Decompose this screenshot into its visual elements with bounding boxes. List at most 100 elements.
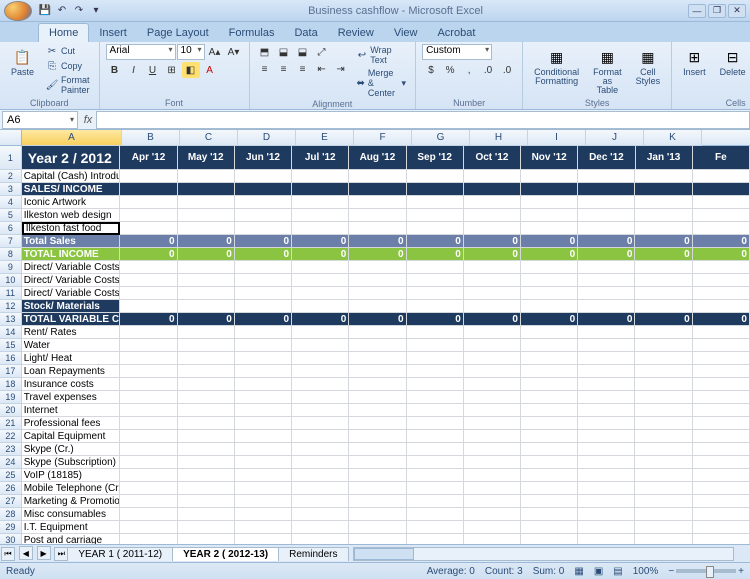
cell[interactable] bbox=[120, 326, 177, 339]
column-header[interactable]: C bbox=[180, 130, 238, 146]
fx-icon[interactable]: fx bbox=[80, 114, 96, 126]
cell[interactable]: TOTAL VARIABLE COSTS bbox=[22, 313, 121, 326]
cell[interactable] bbox=[635, 274, 692, 287]
cell[interactable]: Jun '12 bbox=[235, 146, 292, 170]
cell[interactable] bbox=[464, 326, 521, 339]
cell[interactable]: 0 bbox=[693, 313, 750, 326]
cell[interactable] bbox=[178, 287, 235, 300]
formula-input[interactable] bbox=[96, 111, 750, 129]
cell[interactable]: 0 bbox=[349, 313, 406, 326]
cell[interactable] bbox=[120, 339, 177, 352]
cell[interactable] bbox=[464, 378, 521, 391]
cell[interactable] bbox=[464, 170, 521, 183]
cell[interactable] bbox=[235, 469, 292, 482]
cell[interactable] bbox=[235, 534, 292, 544]
row-header[interactable]: 25 bbox=[0, 469, 22, 482]
row-header[interactable]: 24 bbox=[0, 456, 22, 469]
cell[interactable] bbox=[349, 456, 406, 469]
cell[interactable]: 0 bbox=[349, 235, 406, 248]
cell[interactable]: Rent/ Rates bbox=[22, 326, 121, 339]
cell[interactable]: Fe bbox=[693, 146, 750, 170]
conditional-formatting-button[interactable]: ▦Conditional Formatting bbox=[529, 44, 584, 89]
cell[interactable] bbox=[521, 495, 578, 508]
cell[interactable] bbox=[407, 508, 464, 521]
cell[interactable] bbox=[521, 508, 578, 521]
minimize-button[interactable]: — bbox=[688, 4, 706, 18]
cell[interactable]: Dec '12 bbox=[578, 146, 635, 170]
cell[interactable] bbox=[349, 209, 406, 222]
decrease-decimal-button[interactable]: .0 bbox=[498, 62, 516, 78]
insert-button[interactable]: ⊞Insert bbox=[678, 44, 711, 80]
merge-center-button[interactable]: ⬌Merge & Center▾ bbox=[354, 67, 410, 99]
cell[interactable] bbox=[693, 339, 750, 352]
cell[interactable] bbox=[120, 508, 177, 521]
cell[interactable] bbox=[578, 170, 635, 183]
cell[interactable] bbox=[521, 404, 578, 417]
increase-indent-button[interactable]: ⇥ bbox=[332, 61, 350, 77]
cell[interactable] bbox=[578, 196, 635, 209]
cell[interactable] bbox=[635, 287, 692, 300]
cell[interactable] bbox=[178, 391, 235, 404]
fill-color-button[interactable]: ◧ bbox=[182, 62, 200, 78]
cell[interactable]: 0 bbox=[521, 235, 578, 248]
cell[interactable] bbox=[292, 456, 349, 469]
cell[interactable]: Nov '12 bbox=[521, 146, 578, 170]
cell[interactable] bbox=[464, 456, 521, 469]
cell[interactable] bbox=[635, 508, 692, 521]
cell[interactable]: SALES/ INCOME bbox=[22, 183, 121, 196]
horizontal-scrollbar[interactable] bbox=[353, 547, 735, 561]
row-header[interactable]: 1 bbox=[0, 146, 22, 170]
cell[interactable] bbox=[120, 196, 177, 209]
cell[interactable] bbox=[407, 482, 464, 495]
cell[interactable] bbox=[578, 430, 635, 443]
cell[interactable] bbox=[464, 495, 521, 508]
column-header[interactable]: G bbox=[412, 130, 470, 146]
office-button[interactable] bbox=[4, 1, 32, 21]
cell[interactable] bbox=[235, 365, 292, 378]
cell[interactable]: 0 bbox=[693, 248, 750, 261]
cell[interactable] bbox=[521, 534, 578, 544]
cell[interactable] bbox=[292, 196, 349, 209]
cell[interactable] bbox=[120, 391, 177, 404]
cell[interactable] bbox=[235, 170, 292, 183]
cell[interactable] bbox=[235, 209, 292, 222]
cell[interactable]: 0 bbox=[521, 313, 578, 326]
cell[interactable] bbox=[178, 378, 235, 391]
cell[interactable] bbox=[635, 326, 692, 339]
cell[interactable]: 0 bbox=[635, 235, 692, 248]
cell[interactable]: Mobile Telephone (Cr.) bbox=[22, 482, 121, 495]
cell[interactable] bbox=[292, 430, 349, 443]
cell[interactable] bbox=[578, 222, 635, 235]
cell[interactable]: 0 bbox=[292, 248, 349, 261]
cell[interactable] bbox=[693, 404, 750, 417]
cell[interactable] bbox=[464, 482, 521, 495]
sheet-nav-next[interactable]: ▶ bbox=[37, 546, 51, 560]
cell[interactable] bbox=[464, 508, 521, 521]
cell[interactable]: 0 bbox=[120, 313, 177, 326]
cell[interactable] bbox=[521, 443, 578, 456]
cell[interactable] bbox=[407, 391, 464, 404]
row-header[interactable]: 13 bbox=[0, 313, 22, 326]
cell[interactable] bbox=[635, 339, 692, 352]
cell[interactable] bbox=[292, 183, 349, 196]
cell[interactable]: 0 bbox=[292, 313, 349, 326]
cell[interactable] bbox=[693, 391, 750, 404]
cell[interactable]: Jan '13 bbox=[636, 146, 693, 170]
column-header[interactable]: I bbox=[528, 130, 586, 146]
cell[interactable] bbox=[578, 521, 635, 534]
cell[interactable] bbox=[521, 352, 578, 365]
row-header[interactable]: 30 bbox=[0, 534, 22, 544]
cell[interactable] bbox=[292, 469, 349, 482]
cell[interactable] bbox=[635, 170, 692, 183]
cell[interactable] bbox=[521, 300, 578, 313]
cell[interactable] bbox=[521, 287, 578, 300]
cell[interactable] bbox=[464, 183, 521, 196]
cell[interactable]: Internet bbox=[22, 404, 121, 417]
cut-button[interactable]: ✂Cut bbox=[43, 44, 93, 58]
cell[interactable] bbox=[178, 209, 235, 222]
cell[interactable] bbox=[292, 339, 349, 352]
cell[interactable] bbox=[407, 378, 464, 391]
cell[interactable] bbox=[178, 469, 235, 482]
cell[interactable]: Professional fees bbox=[22, 417, 121, 430]
cell[interactable]: Ilkeston web design bbox=[22, 209, 121, 222]
